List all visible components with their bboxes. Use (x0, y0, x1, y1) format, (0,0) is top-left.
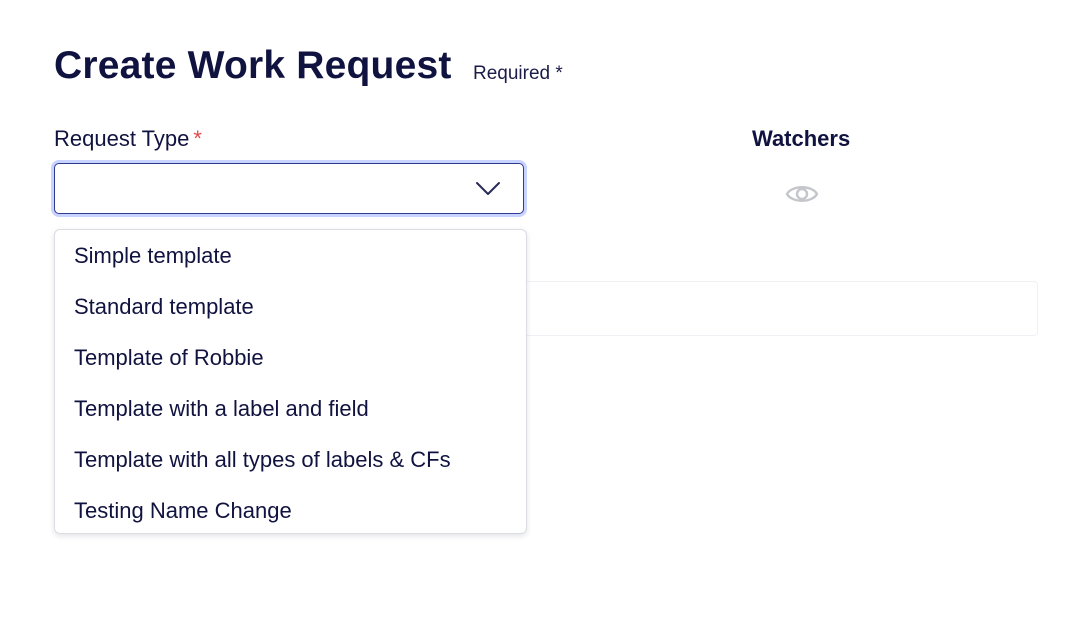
required-note: Required * (473, 63, 563, 84)
option-simple-template[interactable]: Simple template (55, 230, 526, 281)
request-type-options: Simple template Standard template Templa… (55, 230, 526, 533)
option-standard-template[interactable]: Standard template (55, 281, 526, 332)
request-type-dropdown: Simple template Standard template Templa… (54, 229, 527, 534)
option-template-of-robbie[interactable]: Template of Robbie (55, 332, 526, 383)
create-work-request-page: Create Work Request Required * Request T… (0, 0, 1086, 638)
option-template-with-label-and-field[interactable]: Template with a label and field (55, 383, 526, 434)
request-type-select[interactable] (54, 163, 524, 214)
eye-icon[interactable] (785, 180, 819, 208)
request-type-label: Request Type * (54, 125, 202, 153)
request-type-label-text: Request Type (54, 126, 190, 151)
option-testing-name-change[interactable]: Testing Name Change (55, 485, 526, 533)
obscured-field[interactable] (470, 281, 1038, 336)
option-template-all-types-labels-cfs[interactable]: Template with all types of labels & CFs (55, 434, 526, 485)
required-star: * (193, 126, 202, 151)
chevron-down-icon[interactable] (475, 180, 501, 198)
watchers-label: Watchers (752, 126, 851, 151)
page-title: Create Work Request (54, 44, 452, 87)
